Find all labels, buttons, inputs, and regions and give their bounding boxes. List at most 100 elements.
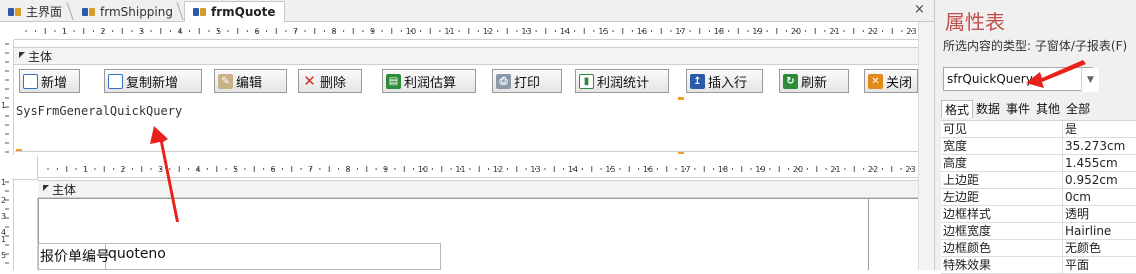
property-name: 上边距 — [941, 172, 1063, 188]
property-name: 特殊效果 — [941, 257, 1063, 273]
ruler-label: 23 — [905, 165, 915, 174]
close-document-icon[interactable]: × — [914, 2, 925, 17]
tab-main[interactable]: 主界面 — [0, 1, 70, 22]
ruler-label: 16 — [643, 165, 653, 174]
print-button-label: 打印 — [514, 75, 541, 91]
copy-add-button-label: 复制新增 — [126, 75, 179, 91]
property-value[interactable]: 0cm — [1063, 189, 1136, 205]
property-value[interactable]: 35.273cm — [1063, 138, 1136, 154]
ruler-label: 20 — [791, 27, 801, 36]
ruler-label: 7 — [308, 165, 313, 174]
ruler-label: 1 — [1, 235, 6, 244]
subform-right-edge — [868, 198, 869, 270]
tab-all[interactable]: 全部 — [1063, 100, 1093, 118]
edit-button[interactable]: ✎ 编辑 — [214, 69, 287, 93]
copy-add-button[interactable]: 复制新增 — [104, 69, 202, 93]
ruler-label: 9 — [370, 27, 375, 36]
form-button-row: 新增 复制新增 ✎ 编辑 ✕ 删除 ▤ 利润估算 ⎙ 打印 ▮ 利润统计 ↥ 插… — [15, 66, 919, 96]
designer-scrollbar[interactable] — [918, 22, 934, 270]
property-row[interactable]: 宽度 35.273cm — [941, 138, 1136, 155]
ruler-label: 10 — [418, 165, 428, 174]
property-value[interactable]: 是 — [1063, 121, 1136, 137]
ruler-label: 22 — [868, 27, 878, 36]
property-row[interactable]: 高度 1.455cm — [941, 155, 1136, 172]
tab-format[interactable]: 格式 — [941, 100, 974, 118]
property-value[interactable]: 平面 — [1063, 257, 1136, 273]
section-label: 主体 — [52, 182, 77, 197]
copy-new-icon — [108, 73, 123, 89]
delete-button[interactable]: ✕ 删除 — [298, 69, 362, 93]
refresh-button[interactable]: ↻ 刷新 — [779, 69, 849, 93]
ruler-label: 19 — [755, 165, 765, 174]
section-bar-subform-detail[interactable]: 主体 — [38, 180, 918, 198]
property-value[interactable]: Hairline — [1063, 223, 1136, 239]
ruler-label: 22 — [868, 165, 878, 174]
property-row[interactable]: 特殊效果 平面 — [941, 257, 1136, 274]
vertical-ruler-bottom: 123415 — [0, 178, 14, 270]
profit-stats-button[interactable]: ▮ 利润统计 — [575, 69, 669, 93]
property-name: 边框颜色 — [941, 240, 1063, 256]
close-button-label: 关闭 — [886, 75, 913, 91]
delete-button-label: 删除 — [320, 75, 347, 91]
property-row[interactable]: 可见是 — [941, 121, 1136, 138]
ruler-label: 3 — [1, 212, 6, 221]
profit-stats-button-label: 利润统计 — [597, 75, 650, 91]
property-name: 左边距 — [941, 189, 1063, 205]
ruler-label: 18 — [714, 27, 724, 36]
ruler-label: 18 — [718, 165, 728, 174]
refresh-button-label: 刷新 — [801, 75, 828, 91]
chevron-down-icon[interactable]: ▼ — [1081, 68, 1099, 92]
tab-other[interactable]: 其他 — [1033, 100, 1063, 118]
close-icon: ✕ — [868, 73, 883, 89]
property-row[interactable]: 边框宽度 Hairline — [941, 223, 1136, 240]
property-name: 高度 — [941, 155, 1063, 171]
form-icon — [8, 6, 22, 18]
close-button[interactable]: ✕ 关闭 — [864, 69, 918, 93]
property-name: 宽度 — [941, 138, 1063, 154]
property-value[interactable]: 无颜色 — [1063, 240, 1136, 256]
print-button[interactable]: ⎙ 打印 — [492, 69, 562, 93]
tab-data[interactable]: 数据 — [973, 100, 1003, 118]
form-designer: 主界面 frmShipping frmQuote × 1 2 3 4 5 6 7 8 9 10 11… — [0, 0, 934, 270]
tab-separator-icon — [176, 2, 184, 20]
ruler-label: 3 — [158, 165, 163, 174]
edit-button-label: 编辑 — [236, 75, 263, 91]
tab-frmshipping[interactable]: frmShipping — [74, 1, 181, 22]
ruler-label: 20 — [793, 165, 803, 174]
control-selector-dropdown[interactable]: sfrQuickQuery ▼ — [943, 67, 1099, 92]
property-value[interactable]: 0.952cm — [1063, 172, 1136, 188]
ruler-label: 1 — [83, 165, 88, 174]
vertical-ruler-top: 1 — [0, 40, 14, 155]
insert-row-button[interactable]: ↥ 插入行 — [686, 69, 763, 93]
property-name: 边框宽度 — [941, 223, 1063, 239]
ruler-label: 5 — [1, 251, 6, 260]
ruler-label: 14 — [560, 27, 570, 36]
property-row[interactable]: 上边距 0.952cm — [941, 172, 1136, 189]
delete-icon: ✕ — [303, 72, 316, 90]
ruler-label: 19 — [752, 27, 762, 36]
profit-estimate-button[interactable]: ▤ 利润估算 — [382, 69, 476, 93]
ruler-label: 4 — [177, 27, 182, 36]
add-button[interactable]: 新增 — [19, 69, 80, 93]
selected-control-name: sfrQuickQuery — [947, 72, 1033, 86]
ruler-corner — [14, 156, 38, 180]
ruler-label: 2 — [100, 27, 105, 36]
calc-icon: ▤ — [386, 73, 401, 89]
tab-frmquote[interactable]: frmQuote — [184, 1, 285, 22]
property-row[interactable]: 边框样式 透明 — [941, 206, 1136, 223]
ruler-label: 1 — [1, 178, 6, 187]
property-row[interactable]: 左边距 0cm — [941, 189, 1136, 206]
property-name: 边框样式 — [941, 206, 1063, 222]
section-bar-detail[interactable]: 主体 — [14, 47, 918, 65]
section-marker-icon — [19, 52, 25, 58]
ruler-label: 16 — [637, 27, 647, 36]
ruler-label: 11 — [444, 27, 454, 36]
property-value[interactable]: 透明 — [1063, 206, 1136, 222]
tab-event[interactable]: 事件 — [1003, 100, 1033, 118]
ruler-label: 8 — [331, 27, 336, 36]
ruler-label: 12 — [483, 27, 493, 36]
property-row[interactable]: 边框颜色 无颜色 — [941, 240, 1136, 257]
selection-type-label: 所选内容的类型: 子窗体/子报表(F) — [943, 39, 1128, 53]
property-value[interactable]: 1.455cm — [1063, 155, 1136, 171]
property-sheet-title: 属性表 — [945, 10, 1005, 34]
